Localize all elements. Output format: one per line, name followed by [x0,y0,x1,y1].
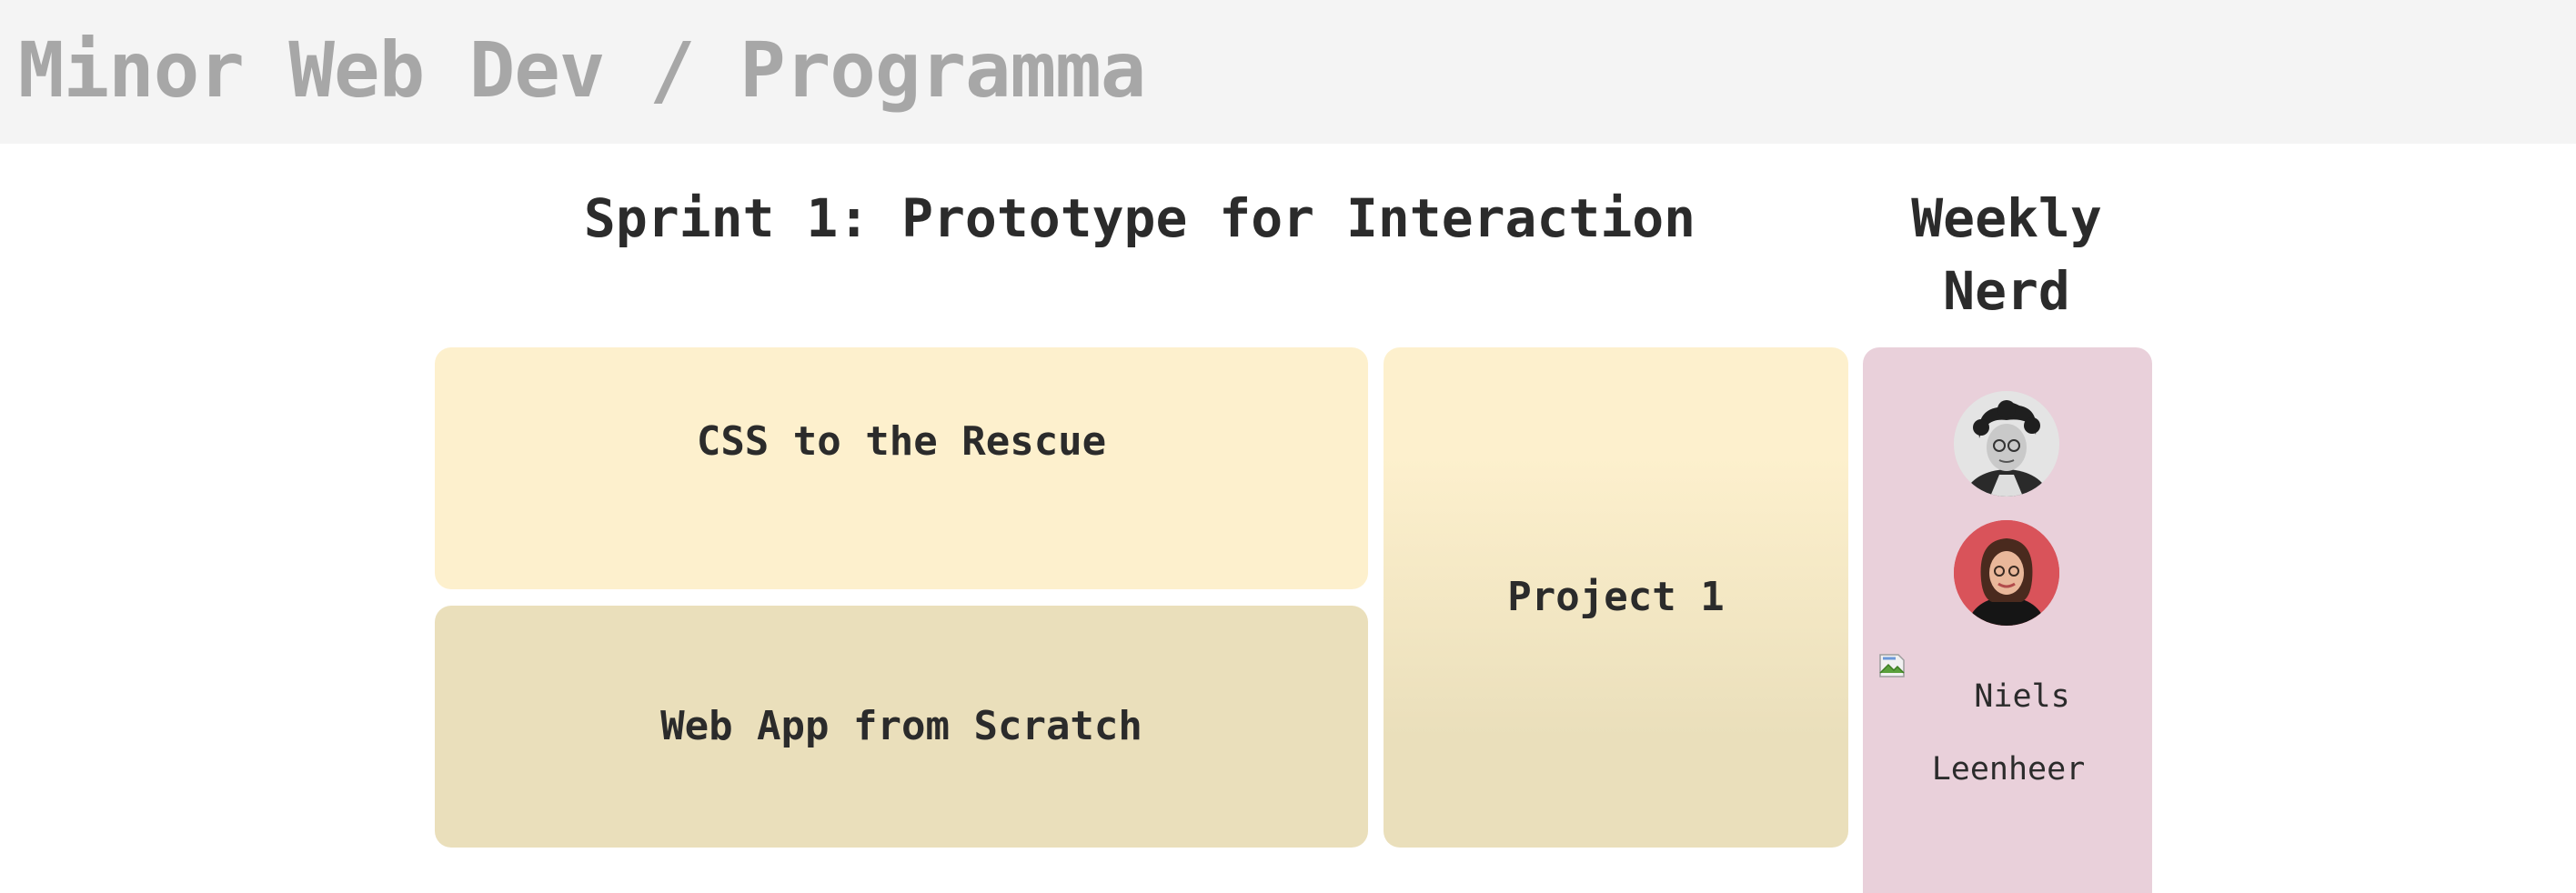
speaker-avatar-2[interactable] [1954,520,2059,626]
course-label: CSS to the Rescue [696,418,1107,465]
weekly-nerd-panel: Niels Leenheer [1863,347,2152,893]
course-card-css-to-the-rescue[interactable]: CSS to the Rescue [435,347,1368,589]
course-label: Project 1 [1507,574,1725,620]
page-title: Minor Web Dev / Programma [18,25,1146,115]
course-card-project-1[interactable]: Project 1 [1384,347,1848,848]
speaker-last-name: Leenheer [1931,751,2086,788]
weekly-nerd-title: Weekly Nerd [1911,187,2102,322]
speaker-avatar-1[interactable] [1954,391,2059,497]
speaker-first-name: Niels [1974,678,2070,715]
speaker-name-niels-leenheer[interactable]: Niels Leenheer [1881,660,2136,806]
top-bar: Minor Web Dev / Programma [0,0,2576,144]
avatar-photo [1954,520,2059,626]
course-label: Web App from Scratch [660,703,1142,749]
avatar-photo [1954,391,2059,497]
course-card-web-app-from-scratch[interactable]: Web App from Scratch [435,606,1368,848]
sprint-title: Sprint 1: Prototype for Interaction [583,187,1696,249]
